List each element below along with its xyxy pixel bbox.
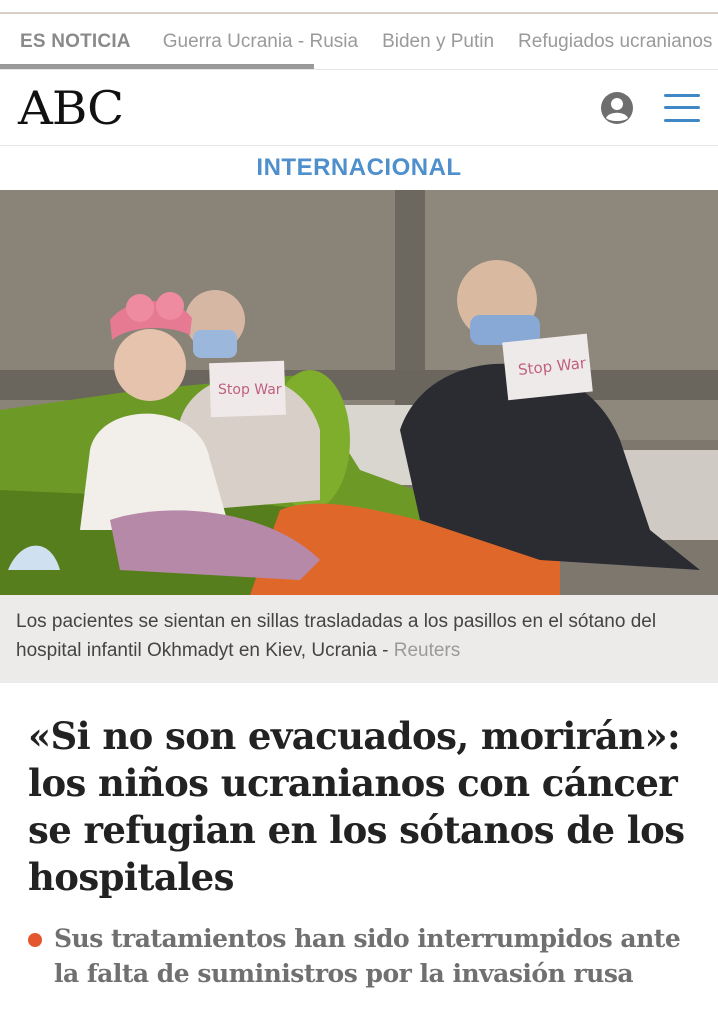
trending-item-ukraine-war[interactable]: Guerra Ucrania - Rusia xyxy=(163,31,358,53)
subhead-text: Sus tratamientos han sido interrumpidos … xyxy=(54,924,681,988)
caption-text: Los pacientes se sientan en sillas trasl… xyxy=(16,611,657,661)
trending-topics-bar: ES NOTICIA Guerra Ucrania - Rusia Biden … xyxy=(0,14,718,70)
section-title[interactable]: INTERNACIONAL xyxy=(0,146,718,190)
user-icon[interactable] xyxy=(600,91,634,125)
site-logo[interactable]: ABC xyxy=(18,81,124,135)
hamburger-menu-icon[interactable] xyxy=(664,93,700,122)
article-headline: «Si no son evacuados, morirán»: los niño… xyxy=(28,714,685,899)
trending-item-refugees[interactable]: Refugiados ucranianos xyxy=(518,31,712,53)
trending-label: ES NOTICIA xyxy=(20,30,131,52)
top-accent-bar xyxy=(0,0,718,14)
site-header: ABC xyxy=(0,70,718,146)
article-subhead: Sus tratamientos han sido interrumpidos … xyxy=(0,901,718,991)
trending-item-biden-putin[interactable]: Biden y Putin xyxy=(382,31,494,53)
sign-left-text: Stop War xyxy=(218,382,282,398)
article-photo: Stop War Stop War xyxy=(0,190,718,595)
bullet-dot-icon xyxy=(28,933,42,947)
photo-caption: Los pacientes se sientan en sillas trasl… xyxy=(0,595,718,683)
header-actions xyxy=(600,91,700,125)
trending-scroll-indicator xyxy=(0,64,314,69)
photo-credit: Reuters xyxy=(393,640,461,661)
